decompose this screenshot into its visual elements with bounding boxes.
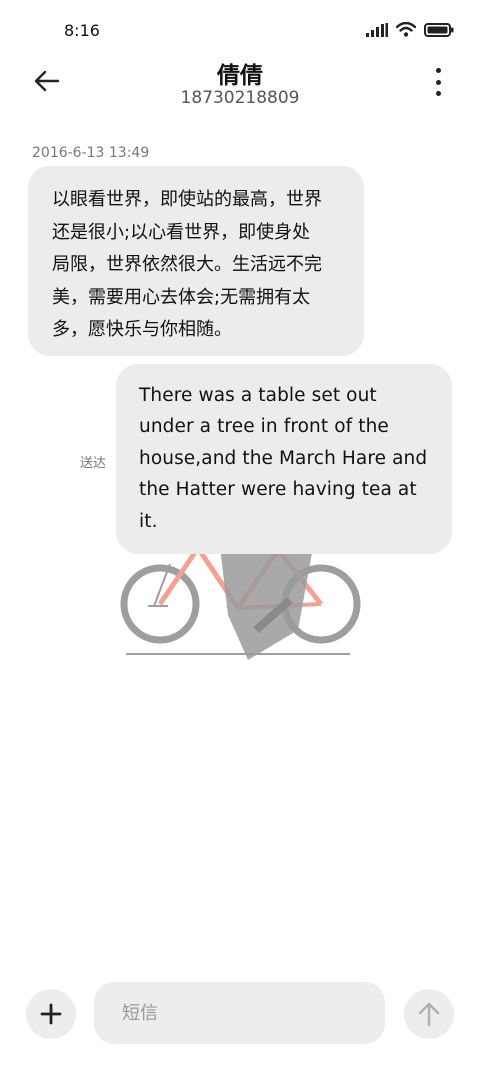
contact-phone-number: 18730218809 — [180, 88, 300, 108]
message-line: 还是很小;以心看世界，即使身处 — [52, 221, 311, 243]
status-icons — [366, 22, 454, 37]
wifi-icon — [396, 22, 416, 37]
conversation-header: 倩倩 18730218809 — [0, 52, 480, 116]
plus-icon — [40, 1003, 62, 1025]
outgoing-message-bubble[interactable]: There was a table set out under a tree i… — [116, 364, 452, 554]
add-attachment-button[interactable] — [26, 989, 76, 1039]
contact-name: 倩倩 — [217, 63, 263, 89]
sms-input[interactable] — [94, 982, 385, 1044]
message-line: 以眼看世界，即使站的最高，世界 — [52, 189, 322, 210]
message-line: under a tree in front of the — [139, 416, 389, 438]
message-line: 局限，世界依然很大。生活远不完 — [52, 254, 322, 275]
message-timestamp: 2016-6-13 13:49 — [32, 145, 150, 161]
message-line: the Hatter were having tea at — [139, 479, 417, 501]
arrow-up-icon — [418, 1002, 440, 1027]
message-line: There was a table set out — [139, 385, 377, 406]
status-time: 8:16 — [64, 21, 100, 40]
message-line: it. — [139, 510, 158, 532]
message-line: 美，需要用心去体会;无需拥有太 — [52, 286, 311, 308]
signal-icon — [366, 22, 388, 37]
delivery-status: 送达 — [80, 456, 107, 471]
message-line: house,and the March Hare and — [139, 447, 428, 469]
battery-icon — [424, 22, 454, 37]
more-vertical-icon — [435, 68, 441, 73]
more-options-button[interactable] — [430, 68, 446, 96]
incoming-message-bubble[interactable]: 以眼看世界，即使站的最高，世界 还是很小;以心看世界，即使身处 局限，世界依然很… — [28, 166, 364, 356]
send-button[interactable] — [404, 989, 454, 1039]
message-line: 多，愿快乐与你相随。 — [52, 319, 232, 340]
message-composer — [0, 980, 480, 1046]
